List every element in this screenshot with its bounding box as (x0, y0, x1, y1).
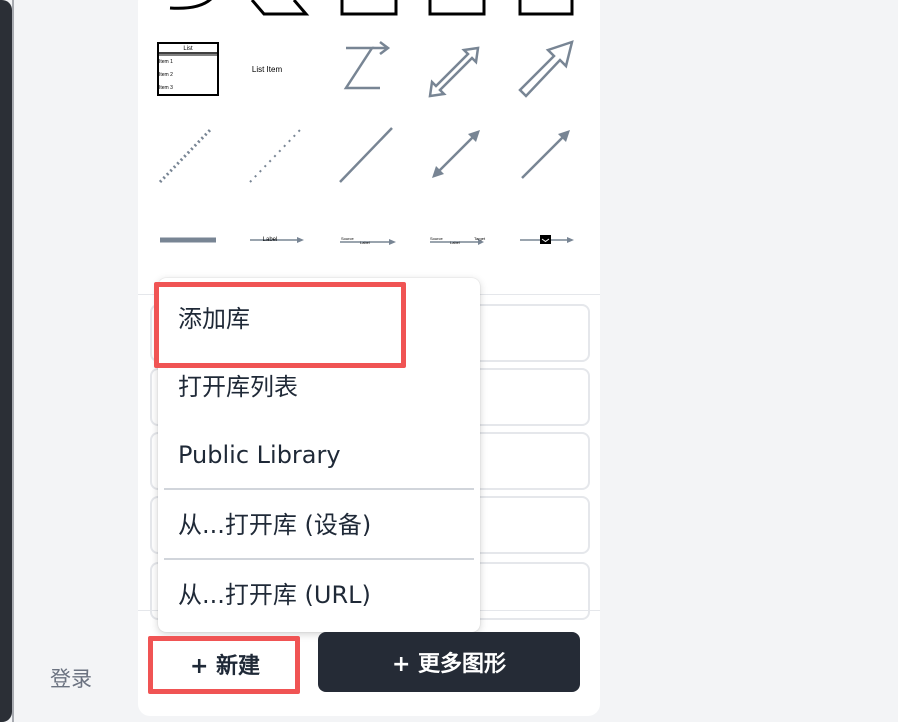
highlight-box-new-button (148, 636, 300, 694)
shape-list-item[interactable]: List Item (240, 38, 320, 108)
edge-source-text: Source (341, 236, 354, 241)
edge-label-text: Label (263, 237, 278, 243)
shape-labeled-edge[interactable]: Label (240, 205, 320, 275)
edge2-source-text: Source (430, 236, 443, 241)
shape-block-arrow[interactable] (512, 38, 592, 108)
shape-edge-with-message[interactable] (510, 205, 590, 275)
list-item-shape-label: List Item (252, 65, 283, 74)
highlight-box-add-library (154, 282, 406, 368)
shape-grid: List Item 1 Item 2 Item 3 List Item Labe… (140, 0, 598, 290)
login-link[interactable]: 登录 (50, 663, 92, 693)
shape-list[interactable]: List Item 1 Item 2 Item 3 (152, 38, 232, 108)
list-shape-title: List (183, 46, 193, 52)
menu-item-public-library[interactable]: Public Library (158, 424, 480, 486)
shape-bidirectional-arrow[interactable] (422, 120, 502, 190)
shape-z-arrow[interactable] (332, 38, 412, 108)
shape-dotted-line-2[interactable] (240, 120, 320, 190)
shape-edge-three-labels[interactable]: Source Label Target (420, 205, 500, 275)
menu-item-open-from-url[interactable]: 从...打开库 (URL) (158, 564, 480, 626)
menu-separator (164, 488, 474, 490)
shape-thick-link[interactable] (152, 205, 232, 275)
edge2-mid-label: Label (450, 240, 460, 245)
edge-mid-label: Label (360, 240, 370, 245)
window-edge (0, 0, 14, 722)
shape-line[interactable] (330, 120, 410, 190)
shape-dotted-line-1[interactable] (152, 120, 232, 190)
menu-separator (164, 558, 474, 560)
more-shapes-button[interactable]: + 更多图形 (318, 632, 580, 692)
list-shape-item-3: Item 3 (159, 85, 173, 91)
list-shape-item-2: Item 2 (159, 72, 173, 78)
shape-directional-arrow[interactable] (512, 120, 592, 190)
list-shape-item-1: Item 1 (159, 59, 173, 65)
shape-edge-source-target[interactable]: Source Label (330, 205, 410, 275)
edge2-target-text: Target (474, 236, 486, 241)
shape-double-block-arrow[interactable] (422, 38, 502, 108)
menu-item-open-from-device[interactable]: 从...打开库 (设备) (158, 494, 480, 556)
